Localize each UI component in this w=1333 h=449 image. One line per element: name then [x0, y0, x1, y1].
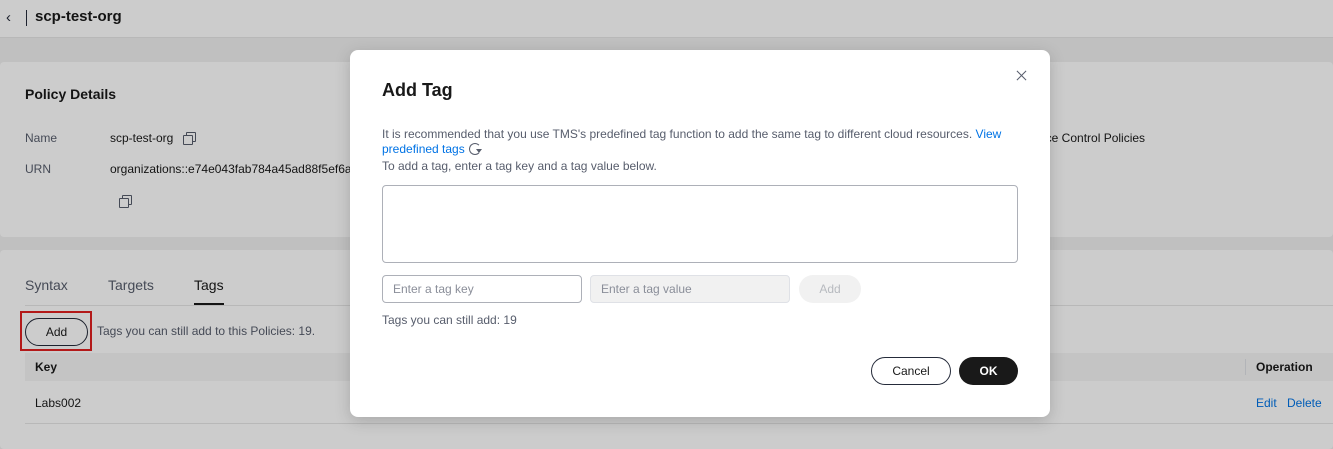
cancel-button[interactable]: Cancel [871, 357, 951, 385]
add-tag-dialog: Add Tag It is recommended that you use T… [350, 50, 1050, 417]
tag-list-box[interactable] [382, 185, 1018, 263]
add-button-disabled[interactable]: Add [799, 275, 861, 303]
tags-remaining-count: Tags you can still add: 19 [382, 313, 517, 327]
tag-value-input[interactable] [590, 275, 790, 303]
dialog-title: Add Tag [382, 80, 453, 100]
ok-button[interactable]: OK [959, 357, 1018, 385]
refresh-icon[interactable] [468, 143, 482, 155]
description-text: It is recommended that you use TMS's pre… [382, 127, 973, 141]
dialog-instruction: To add a tag, enter a tag key and a tag … [382, 159, 657, 173]
close-icon[interactable] [1014, 68, 1030, 84]
tag-key-input[interactable] [382, 275, 582, 303]
dialog-description: It is recommended that you use TMS's pre… [382, 127, 1012, 157]
